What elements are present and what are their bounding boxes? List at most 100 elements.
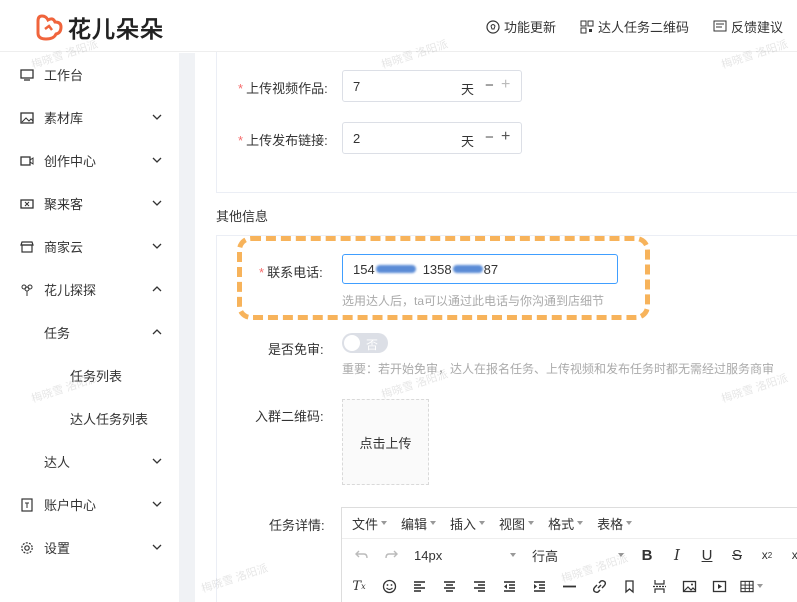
shop-icon [20,240,34,254]
switch-text: 否 [366,338,379,352]
sidebar-item-talent[interactable]: 达人 [0,440,179,483]
subscript-icon[interactable]: x2 [752,542,782,568]
sidebar-item-workbench[interactable]: 工作台 [0,53,179,96]
menu-label: 视图 [499,516,526,532]
sidebar-item-account[interactable]: 账户中心 [0,483,179,526]
increment-button[interactable]: + [501,76,510,94]
outdent-icon[interactable] [494,573,524,599]
chevron-down-icon [152,243,162,249]
qr-upload-button[interactable]: 点击上传 [342,399,429,485]
sidebar-item-label: 达人任务列表 [70,412,149,427]
top-header: 花儿朵朵 功能更新 达人任务二维码 反馈建议 [0,0,797,52]
align-right-icon[interactable] [464,573,494,599]
sidebar-item-talent-task-list[interactable]: 达人任务列表 [0,397,179,440]
page-break-icon[interactable] [644,573,674,599]
editor-toolbar-row2: Tx [342,571,797,601]
task-qrcode-link[interactable]: 达人任务二维码 [580,17,689,36]
menu-edit[interactable]: 编辑 [401,514,437,533]
required-mark: * [259,265,265,280]
align-center-icon[interactable] [434,573,464,599]
publish-link-days-value: 2 [353,130,361,146]
superscript-icon[interactable]: x2 [782,542,797,568]
sidebar-item-julaike[interactable]: 聚来客 [0,182,179,225]
sidebar-item-huaer-tantan[interactable]: 花儿探探 [0,268,179,311]
redo-icon[interactable] [376,542,406,568]
menu-label: 插入 [450,516,477,532]
sidebar-item-task-list[interactable]: 任务列表 [0,354,179,397]
link-icon[interactable] [584,573,614,599]
chevron-down-icon [152,114,162,120]
section-title: 其他信息 [216,209,269,224]
undo-icon[interactable] [346,542,376,568]
sidebar-item-materials[interactable]: 素材库 [0,96,179,139]
menu-view[interactable]: 视图 [499,514,535,533]
menu-insert[interactable]: 插入 [450,514,486,533]
sidebar-item-creation[interactable]: 创作中心 [0,139,179,182]
feature-updates-label: 功能更新 [503,20,556,35]
ticket-icon [20,197,34,211]
editor-toolbar-row1: 14px 行高 B I U S x2 x2 [342,540,797,570]
sidebar-item-label: 任务列表 [70,369,123,384]
sidebar-item-label: 账户中心 [44,498,97,513]
italic-icon[interactable]: I [662,542,692,568]
phone-hint: 选用达人后，ta可以通过此电话与你沟通到店细节 [342,294,605,308]
required-mark: * [238,81,244,96]
required-mark: * [238,133,244,148]
sidebar-item-settings[interactable]: 设置 [0,526,179,569]
decrement-button[interactable]: − [485,129,494,146]
bookmark-icon[interactable] [614,573,644,599]
upload-video-days-input[interactable]: 7 天 − + [342,70,522,102]
decrement-button[interactable]: − [485,77,494,94]
app-logo[interactable]: 花儿朵朵 [34,10,164,44]
feedback-icon [713,20,727,31]
phone-input[interactable]: 154 1358 87 [342,254,618,284]
strikethrough-icon[interactable]: S [722,542,752,568]
free-review-switch[interactable]: 否 [342,333,388,353]
emoji-icon[interactable] [374,573,404,599]
sidebar-item-tasks[interactable]: 任务 [0,311,179,354]
line-height-value: 行高 [532,548,559,564]
phone-label: * 联系电话: [259,262,323,281]
bold-icon[interactable]: B [632,542,662,568]
caret-down-icon [510,553,516,557]
feature-updates-link[interactable]: 功能更新 [486,17,556,36]
underline-icon[interactable]: U [692,542,722,568]
caret-down-icon [626,521,633,525]
qrcode-icon [580,20,594,33]
media-insert-icon[interactable] [704,573,734,599]
publish-link-days-input[interactable]: 2 天 − + [342,122,522,154]
image-insert-icon[interactable] [674,573,704,599]
monitor-icon [20,68,34,82]
redacted-digits [452,265,483,273]
menu-format[interactable]: 格式 [548,514,584,533]
horizontal-rule-icon[interactable] [554,573,584,599]
redacted-digits [375,265,416,273]
align-left-icon[interactable] [404,573,434,599]
clear-format-icon[interactable]: Tx [344,573,374,599]
menu-label: 文件 [352,516,379,532]
indent-icon[interactable] [524,573,554,599]
menu-file[interactable]: 文件 [352,514,388,533]
font-size-select[interactable]: 14px [414,548,516,563]
increment-button[interactable]: + [501,128,510,146]
free-review-label: 是否免审: [268,342,324,357]
sidebar-item-label: 花儿探探 [44,283,97,298]
app-name: 花儿朵朵 [68,16,164,42]
chevron-down-icon [152,157,162,163]
caret-down-icon [618,553,624,557]
phone-label-text: 联系电话: [267,265,323,280]
table-insert-icon[interactable] [734,573,768,599]
chevron-down-icon [152,544,162,550]
caret-down-icon [430,521,437,525]
sidebar-item-label: 工作台 [44,68,84,83]
sidebar: 工作台 素材库 创作中心 聚来客 商家云 花儿探探 任务 任务列表 达人任务列表… [0,53,179,602]
feedback-link[interactable]: 反馈建议 [713,17,783,36]
line-height-select[interactable]: 行高 [532,546,632,565]
chevron-down-icon [152,458,162,464]
video-icon [20,154,34,168]
sidebar-item-merchant-cloud[interactable]: 商家云 [0,225,179,268]
caret-down-icon [479,521,486,525]
menu-table[interactable]: 表格 [597,514,633,533]
lightbulb-icon [486,19,500,34]
flower-icon [20,283,34,297]
